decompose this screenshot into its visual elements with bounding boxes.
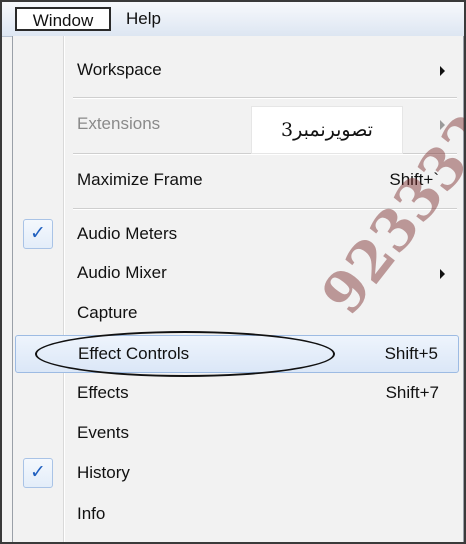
- menu-item-label: Effect Controls: [78, 344, 190, 363]
- menu-item-label: Effects: [77, 383, 129, 402]
- menu-item-label: Events: [77, 423, 129, 442]
- menu-item-label: Workspace: [77, 60, 162, 79]
- menu-item-workspace[interactable]: Workspace: [15, 52, 459, 90]
- menu-item-label: Info: [77, 504, 106, 523]
- menu-item-label: Audio Meters: [77, 224, 178, 243]
- menu-item-label: Extensions: [77, 114, 161, 133]
- menu-item-label: Capture: [77, 303, 138, 322]
- menu-window[interactable]: Window: [15, 7, 111, 31]
- shortcut-label: Shift+7: [385, 383, 439, 402]
- menu-item-info[interactable]: Info: [15, 496, 459, 534]
- menu-bar: Window Help: [2, 2, 464, 37]
- app-window: Window Help Workspace Extensions Maximiz…: [0, 0, 466, 544]
- menu-help[interactable]: Help: [120, 7, 176, 31]
- shortcut-label: Shift+5: [384, 344, 438, 363]
- figure-caption: تصویرنمبر3: [251, 106, 403, 154]
- menu-item-audio-mixer[interactable]: Audio Mixer: [15, 255, 459, 293]
- window-dropdown-menu: Workspace Extensions Maximize Frame Shif…: [12, 36, 464, 542]
- checkmark-icon: ✓: [23, 458, 53, 488]
- menu-item-history[interactable]: ✓ History: [15, 455, 459, 493]
- menu-item-effects[interactable]: Effects Shift+7: [15, 375, 459, 413]
- menu-item-maximize-frame[interactable]: Maximize Frame Shift+`: [15, 162, 459, 200]
- menu-item-effect-controls[interactable]: Effect Controls Shift+5: [15, 335, 459, 373]
- chevron-right-icon: [440, 269, 445, 279]
- menu-item-capture[interactable]: Capture: [15, 295, 459, 333]
- chevron-right-icon: [440, 120, 445, 130]
- menu-separator: [73, 208, 457, 210]
- menu-item-label: Audio Mixer: [77, 263, 167, 282]
- menu-separator: [73, 97, 457, 99]
- menu-item-audio-meters[interactable]: ✓ Audio Meters: [15, 216, 459, 254]
- menu-item-label: Maximize Frame: [77, 170, 203, 189]
- menu-item-events[interactable]: Events: [15, 415, 459, 453]
- menu-item-label: History: [77, 463, 130, 482]
- checkmark-icon: ✓: [23, 219, 53, 249]
- chevron-right-icon: [440, 66, 445, 76]
- shortcut-label: Shift+`: [389, 170, 439, 189]
